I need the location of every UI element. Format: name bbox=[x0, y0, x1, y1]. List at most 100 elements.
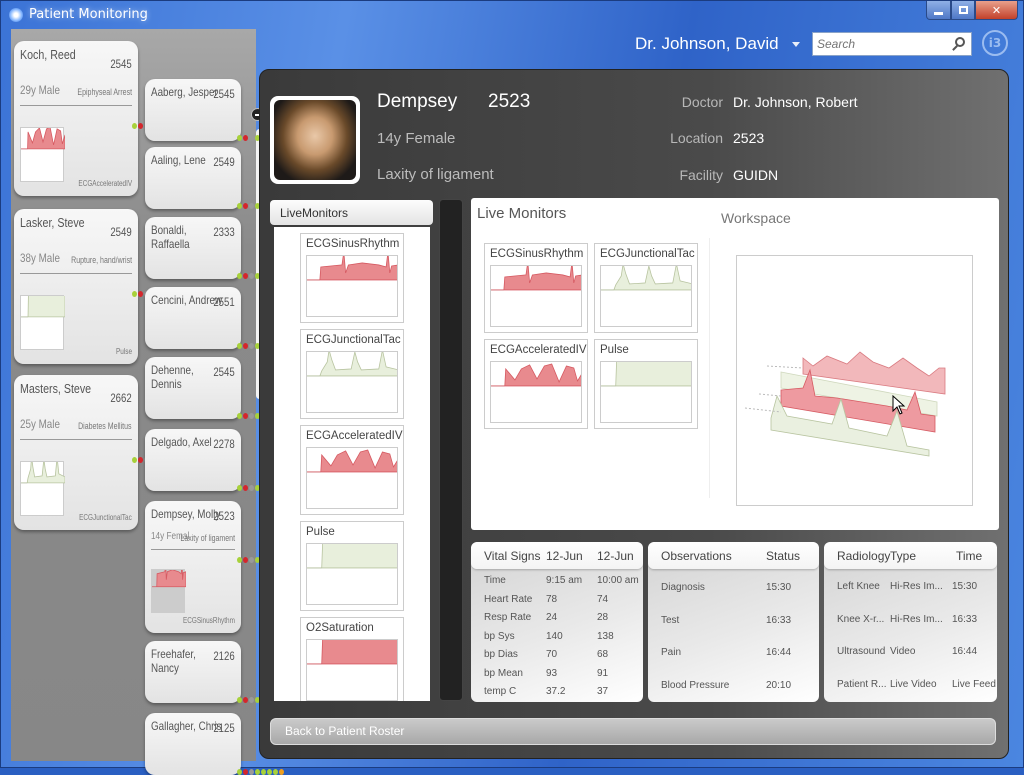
monitor-name: Pulse bbox=[600, 344, 629, 356]
table-cell: 68 bbox=[597, 649, 609, 660]
table-cell: 37 bbox=[597, 686, 609, 697]
roster-patient-card[interactable]: Aaberg, Jesper 2545 bbox=[145, 79, 284, 141]
list-monitor-card[interactable]: ECGAcceleratedIV bbox=[300, 425, 404, 515]
table-cell: 9:15 am bbox=[546, 575, 583, 586]
waveform-accel bbox=[21, 126, 66, 150]
splitter-handle[interactable] bbox=[439, 199, 463, 701]
roster-patient-card[interactable]: Cencini, Andrew 2551 bbox=[145, 287, 284, 349]
patient-room: 2333 bbox=[213, 225, 235, 239]
patient-name: Dempsey, Molly bbox=[151, 507, 221, 521]
patient-age-sex: 25y Male bbox=[20, 417, 60, 431]
patient-room: 2545 bbox=[110, 57, 132, 71]
panel-header: Radiology Type Time bbox=[824, 542, 997, 569]
roster-patient-card[interactable]: Freehafer, Nancy 2126 bbox=[145, 641, 284, 703]
table-cell: Hi-Res Im... bbox=[890, 581, 943, 592]
patient-room: 2523 bbox=[213, 509, 235, 523]
patient-diagnosis: Epiphyseal Arrest bbox=[77, 87, 132, 97]
waveform-accel bbox=[491, 363, 581, 387]
table-cell: 37.2 bbox=[546, 686, 566, 697]
column-header: Vital Signs bbox=[484, 549, 541, 563]
waveform-accel bbox=[307, 449, 397, 473]
table-cell: Live Feed bbox=[952, 678, 996, 690]
ws-monitor-card[interactable]: ECGJunctionalTac bbox=[594, 243, 698, 333]
patient-room: 2126 bbox=[213, 649, 235, 663]
monitor-name: ECGSinusRhythm bbox=[490, 248, 584, 260]
maximize-button[interactable] bbox=[951, 1, 975, 20]
list-monitor-card[interactable]: ECGSinusRhythm bbox=[300, 233, 404, 323]
table-cell: 16:33 bbox=[766, 614, 792, 626]
patient-name: Aaling, Lene bbox=[151, 153, 206, 167]
table-cell: Live Video bbox=[890, 678, 937, 690]
table-cell: temp C bbox=[484, 686, 517, 697]
waveform-flat bbox=[601, 362, 691, 387]
minimize-icon bbox=[934, 11, 943, 15]
column-header: Type bbox=[890, 549, 917, 563]
maximize-icon bbox=[958, 6, 968, 14]
doctor-value: Dr. Johnson, Robert bbox=[733, 94, 858, 110]
workspace-title: Workspace bbox=[721, 210, 791, 226]
monitor-name: ECGSinusRhythm bbox=[183, 616, 235, 625]
window-title: Patient Monitoring bbox=[29, 7, 148, 22]
minimize-button[interactable] bbox=[926, 1, 951, 20]
patient-room: 2125 bbox=[213, 721, 235, 735]
monitor-name: ECGAcceleratedIV bbox=[78, 179, 132, 188]
radiology-panel: Radiology Type Time Left Knee Hi-Res Im... 15… bbox=[824, 542, 997, 702]
table-cell: 91 bbox=[597, 667, 609, 679]
back-to-roster-button[interactable]: Back to Patient Roster bbox=[270, 718, 996, 745]
close-button[interactable]: ✕ bbox=[975, 1, 1018, 20]
observations-panel: Observations Status Diagnosis 15:30 Test 16:3… bbox=[648, 542, 819, 702]
search-input[interactable] bbox=[813, 33, 943, 55]
monitor-name: ECGAcceleratedIV bbox=[490, 344, 587, 356]
ws-monitor-card[interactable]: ECGSinusRhythm bbox=[484, 243, 588, 333]
monitor-graph bbox=[490, 361, 582, 423]
roster-patient-card[interactable]: Dempsey, Molly 2523 14y Femal Laxity of … bbox=[145, 501, 284, 633]
user-menu[interactable]: Dr. Johnson, David bbox=[635, 34, 779, 54]
workspace-3d-view[interactable] bbox=[736, 255, 973, 506]
patient-photo bbox=[270, 96, 360, 184]
table-cell: Diagnosis bbox=[661, 582, 705, 593]
table-cell: 74 bbox=[597, 593, 609, 605]
patient-room: 2545 bbox=[213, 365, 235, 379]
patient-last-name: Dempsey bbox=[377, 91, 458, 112]
app-window: Patient Monitoring ✕ Dr. Johnson, David … bbox=[0, 0, 1024, 775]
ws-monitor-card[interactable]: ECGAcceleratedIV bbox=[484, 339, 588, 429]
column-header: 12-Jun bbox=[597, 549, 634, 563]
close-icon: ✕ bbox=[991, 3, 1002, 17]
monitor-name: Pulse bbox=[115, 347, 132, 356]
patient-diagnosis: Diabetes Mellitus bbox=[78, 421, 132, 431]
watch-list-card[interactable]: Lasker, Steve 2549 38y Male Rupture, han… bbox=[14, 209, 179, 364]
panel-header: Vital Signs 12-Jun 12-Jun bbox=[471, 542, 643, 569]
roster-patient-card[interactable]: Dehenne, Dennis 2545 bbox=[145, 357, 284, 419]
patient-diagnosis: Rupture, hand/wrist bbox=[71, 255, 132, 265]
roster-patient-card[interactable]: Bonaldi, Raffaella 2333 bbox=[145, 217, 284, 279]
monitor-graph bbox=[306, 447, 398, 509]
chevron-down-icon[interactable] bbox=[792, 42, 800, 47]
list-monitor-card[interactable]: O2Saturation bbox=[300, 617, 404, 701]
list-monitor-card[interactable]: ECGJunctionalTac bbox=[300, 329, 404, 419]
table-cell: bp Sys bbox=[484, 630, 515, 642]
table-cell: Left Knee bbox=[837, 581, 880, 592]
monitor-thumbnail bbox=[20, 126, 66, 182]
patient-name: Koch, Reed bbox=[20, 47, 76, 62]
list-monitor-card[interactable]: Pulse bbox=[300, 521, 404, 611]
table-cell: Knee X-r... bbox=[837, 613, 885, 625]
facility-value: GUIDN bbox=[733, 167, 779, 183]
ws-monitor-card[interactable]: Pulse bbox=[594, 339, 698, 429]
watch-list-card[interactable]: Masters, Steve 2662 25y Male Diabetes Me… bbox=[14, 375, 179, 530]
live-monitors-title: Live Monitors bbox=[477, 205, 567, 222]
tab-live-monitors[interactable]: LiveMonitors bbox=[270, 200, 433, 225]
table-cell: Heart Rate bbox=[484, 593, 533, 605]
title-bar: Patient Monitoring ✕ bbox=[1, 1, 1024, 29]
search-icon[interactable] bbox=[955, 37, 965, 47]
monitor-graph bbox=[306, 351, 398, 413]
roster-patient-card[interactable]: Delgado, Axel 2278 bbox=[145, 429, 284, 491]
watch-list-card[interactable]: Koch, Reed 2545 29y Male Epiphyseal Arre… bbox=[14, 41, 179, 196]
waveform-sinus bbox=[491, 266, 581, 291]
table-cell: Ultrasound bbox=[837, 646, 886, 657]
patient-age-sex: 29y Male bbox=[20, 83, 60, 97]
roster-patient-card[interactable]: Aaling, Lene 2549 bbox=[145, 147, 284, 209]
roster-patient-card[interactable]: Gallagher, Chris 2125 bbox=[145, 713, 284, 775]
table-cell: Blood Pressure bbox=[661, 679, 730, 691]
monitor-graph bbox=[306, 543, 398, 605]
patient-name: Masters, Steve bbox=[20, 381, 92, 396]
